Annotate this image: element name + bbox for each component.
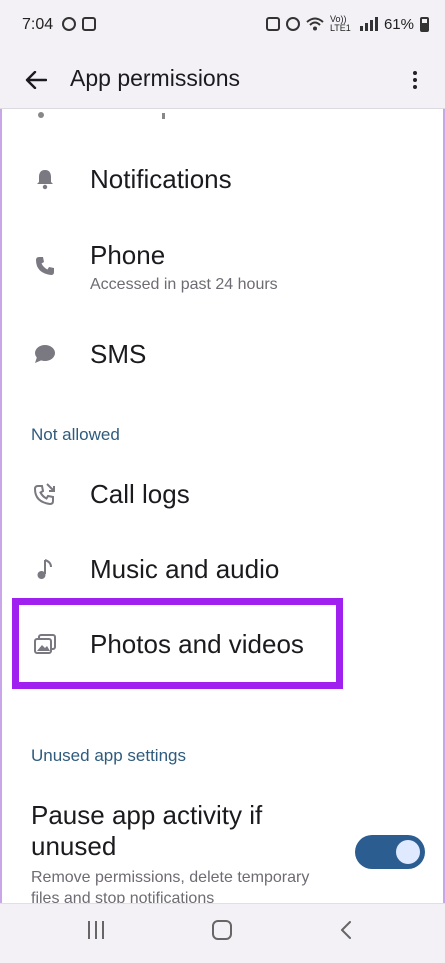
toggle-knob	[396, 840, 420, 864]
permission-row-phone[interactable]: Phone Accessed in past 24 hours	[0, 235, 445, 305]
permission-row-sms[interactable]: SMS	[0, 325, 445, 385]
app-notification-icon	[82, 17, 96, 31]
alarm-icon	[265, 17, 280, 31]
home-button[interactable]	[212, 920, 232, 940]
system-navigation-bar	[0, 903, 445, 963]
recents-button[interactable]	[88, 921, 104, 939]
image-icon	[32, 631, 58, 657]
status-right-group: Vo)) LTE1 61%	[265, 14, 429, 33]
scrolled-item-peek	[38, 111, 168, 119]
permission-row-notifications[interactable]: Notifications	[0, 150, 445, 210]
phone-icon	[32, 253, 58, 279]
bell-icon	[32, 166, 58, 192]
more-vert-icon	[413, 71, 417, 75]
status-time: 7:04	[22, 16, 54, 33]
arrow-back-icon	[25, 71, 47, 89]
permission-row-call-logs[interactable]: Call logs	[0, 465, 445, 525]
call-log-icon	[32, 481, 58, 507]
message-icon	[32, 341, 58, 367]
section-header-not-allowed: Not allowed	[31, 425, 120, 444]
permission-label: Notifications	[90, 164, 232, 194]
more-options-button[interactable]	[399, 64, 431, 96]
signal-icon	[359, 17, 378, 31]
status-notification-icons	[62, 17, 96, 31]
status-bar: 7:04 Vo)) LTE1 61%	[0, 0, 445, 52]
section-header-unused-app-settings: Unused app settings	[31, 746, 186, 765]
permission-label: Phone	[90, 240, 166, 270]
network-type: Vo)) LTE1	[329, 14, 351, 33]
permission-label: Photos and videos	[90, 629, 304, 659]
permission-label: SMS	[90, 339, 147, 369]
music-note-icon	[32, 556, 58, 582]
pause-app-activity-toggle[interactable]	[355, 835, 425, 869]
pause-app-activity-title: Pause app activity if unused	[31, 800, 263, 861]
nav-back-button[interactable]	[340, 921, 352, 939]
wifi-icon	[306, 17, 324, 31]
permission-label: Call logs	[90, 479, 190, 509]
permission-row-photos-videos[interactable]: Photos and videos	[0, 615, 445, 675]
recents-icon	[88, 921, 90, 939]
page-title: App permissions	[70, 65, 241, 91]
clock-icon	[285, 17, 300, 31]
app-bar: App permissions	[0, 52, 445, 109]
back-button[interactable]	[20, 64, 52, 96]
permission-label: Music and audio	[90, 554, 280, 584]
permission-row-music-audio[interactable]: Music and audio	[0, 540, 445, 600]
sync-icon	[62, 17, 76, 31]
battery-icon	[420, 16, 429, 32]
permission-sublabel: Accessed in past 24 hours	[90, 276, 278, 293]
battery-percent: 61%	[383, 15, 414, 33]
